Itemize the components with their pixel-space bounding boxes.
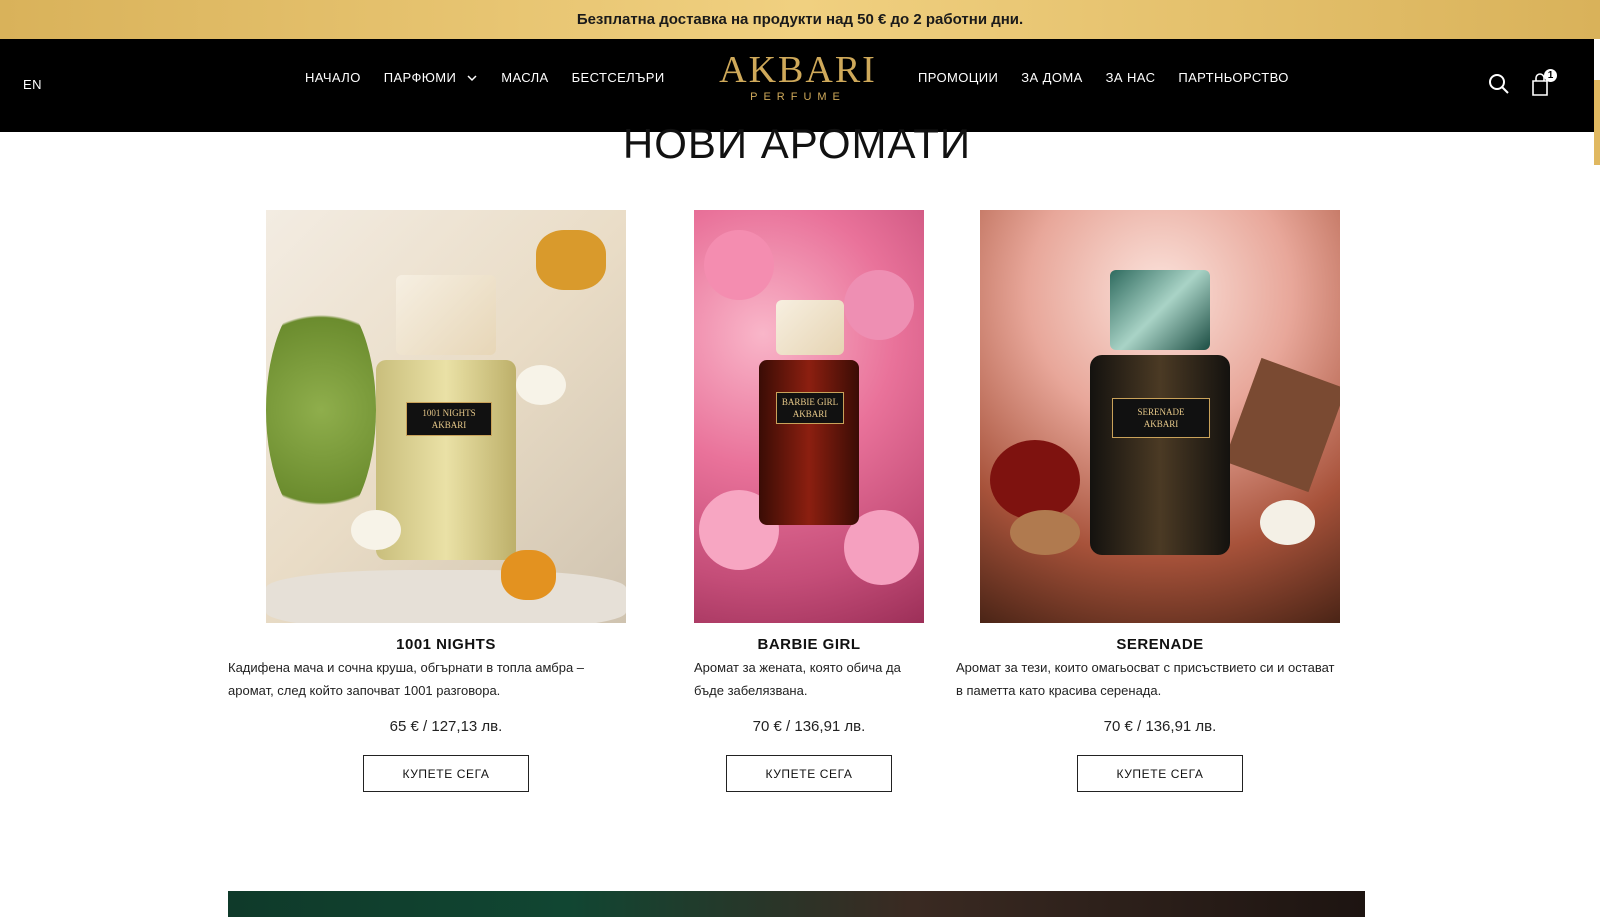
product-description: Кадифена мача и сочна круша, обгърнати в…	[228, 660, 585, 698]
nav-item-bestsellers[interactable]: БЕСТСЕЛЪРИ	[572, 70, 665, 85]
bottle-label: SERENADE AKBARI	[1112, 398, 1210, 438]
product-image-barbie-girl[interactable]: BARBIE GIRL AKBARI	[694, 210, 924, 623]
nav-item-perfumes[interactable]: ПАРФЮМИ	[384, 70, 479, 85]
promo-bar: Безплатна доставка на продукти над 50 € …	[0, 0, 1600, 39]
bottle-label-brand: AKBARI	[792, 409, 828, 419]
buy-now-button[interactable]: КУПЕТЕ СЕГА	[726, 755, 892, 792]
product-price: 70 € / 136,91 лв.	[1103, 718, 1217, 735]
language-switch[interactable]: EN	[23, 77, 42, 92]
logo-main-text: AKBARI	[719, 49, 877, 91]
product-description: Аромат за тези, които омагьосват с присъ…	[956, 660, 1335, 698]
product-title[interactable]: SERENADE	[980, 636, 1340, 653]
cart-button[interactable]: 1	[1530, 69, 1562, 97]
product-image-serenade[interactable]: SERENADE AKBARI	[980, 210, 1340, 623]
nav-item-home[interactable]: НАЧАЛО	[305, 70, 361, 85]
brand-logo[interactable]: AKBARI PERFUME	[718, 51, 878, 103]
search-icon[interactable]	[1488, 73, 1510, 95]
bottle-label-name: SERENADE	[1137, 407, 1185, 417]
site-header: EN НАЧАЛО ПАРФЮМИ МАСЛА БЕСТСЕЛЪРИ AKBAR…	[0, 39, 1594, 132]
bottle-label-brand: AKBARI	[431, 420, 467, 430]
product-price: 65 € / 127,13 лв.	[389, 718, 503, 735]
logo-sub-text: PERFUME	[750, 91, 846, 103]
promo-banner[interactable]	[228, 891, 1365, 917]
scroll-indicator[interactable]	[1594, 80, 1600, 165]
nav-item-promotions[interactable]: ПРОМОЦИИ	[918, 70, 998, 85]
product-title[interactable]: BARBIE GIRL	[694, 636, 924, 653]
nav-item-partnership[interactable]: ПАРТНЬОРСТВО	[1178, 70, 1288, 85]
bottle-label: 1001 NIGHTS AKBARI	[406, 402, 492, 436]
chevron-down-icon	[467, 74, 477, 81]
nav-item-home-goods[interactable]: ЗА ДОМА	[1021, 70, 1082, 85]
bottle-label-name: BARBIE GIRL	[781, 397, 839, 407]
nav-item-perfumes-label: ПАРФЮМИ	[383, 70, 457, 85]
bottle-label-name: 1001 NIGHTS	[422, 408, 476, 418]
bottle-label: BARBIE GIRL AKBARI	[776, 392, 844, 424]
promo-text: Безплатна доставка на продукти над 50 € …	[576, 11, 1024, 28]
cart-count-badge: 1	[1544, 69, 1557, 82]
product-title[interactable]: 1001 NIGHTS	[266, 636, 626, 653]
section-title: НОВИ АРОМАТИ	[622, 120, 972, 167]
nav-right: ПРОМОЦИИ ЗА ДОМА ЗА НАС ПАРТНЬОРСТВО	[918, 70, 1312, 85]
product-image-1001-nights[interactable]: 1001 NIGHTS AKBARI	[266, 210, 626, 623]
product-description: Аромат за жената, която обича да бъде за…	[694, 660, 901, 698]
buy-now-button[interactable]: КУПЕТЕ СЕГА	[1077, 755, 1243, 792]
buy-now-button[interactable]: КУПЕТЕ СЕГА	[363, 755, 529, 792]
nav-item-oils[interactable]: МАСЛА	[501, 70, 548, 85]
bottle-label-brand: AKBARI	[1143, 419, 1179, 429]
nav-item-about[interactable]: ЗА НАС	[1106, 70, 1156, 85]
product-price: 70 € / 136,91 лв.	[752, 718, 866, 735]
nav-left: НАЧАЛО ПАРФЮМИ МАСЛА БЕСТСЕЛЪРИ	[305, 70, 688, 85]
